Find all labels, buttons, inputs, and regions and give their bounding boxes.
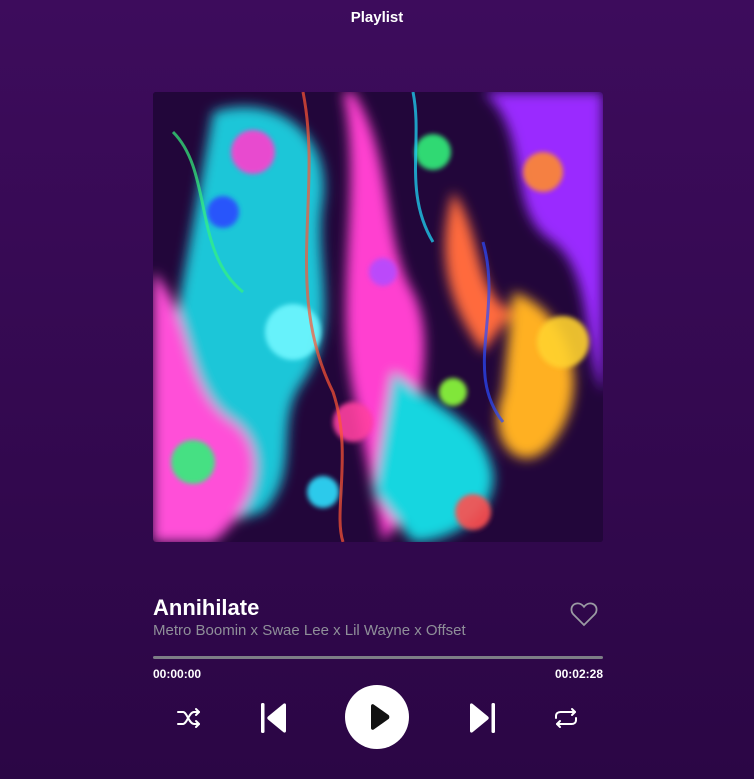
- duration-time: 00:02:28: [554, 667, 603, 681]
- heart-icon: [570, 602, 598, 627]
- track-title: Annihilate: [153, 595, 260, 620]
- play-icon: [371, 704, 390, 730]
- shuffle-icon: [177, 708, 200, 728]
- repeat-icon: [555, 708, 577, 728]
- progress-bar[interactable]: [153, 656, 603, 659]
- previous-button[interactable]: [260, 702, 288, 734]
- page-title: Playlist: [350, 9, 404, 26]
- like-button[interactable]: [570, 601, 598, 627]
- next-button[interactable]: [468, 702, 496, 734]
- repeat-button[interactable]: [552, 706, 580, 730]
- previous-icon: [261, 703, 286, 733]
- current-time: 00:00:00: [153, 667, 202, 681]
- next-icon: [470, 703, 495, 733]
- album-art: [153, 92, 603, 542]
- play-button[interactable]: [345, 685, 409, 749]
- shuffle-button[interactable]: [175, 706, 203, 730]
- track-artist: Metro Boomin x Swae Lee x Lil Wayne x Of…: [153, 622, 466, 639]
